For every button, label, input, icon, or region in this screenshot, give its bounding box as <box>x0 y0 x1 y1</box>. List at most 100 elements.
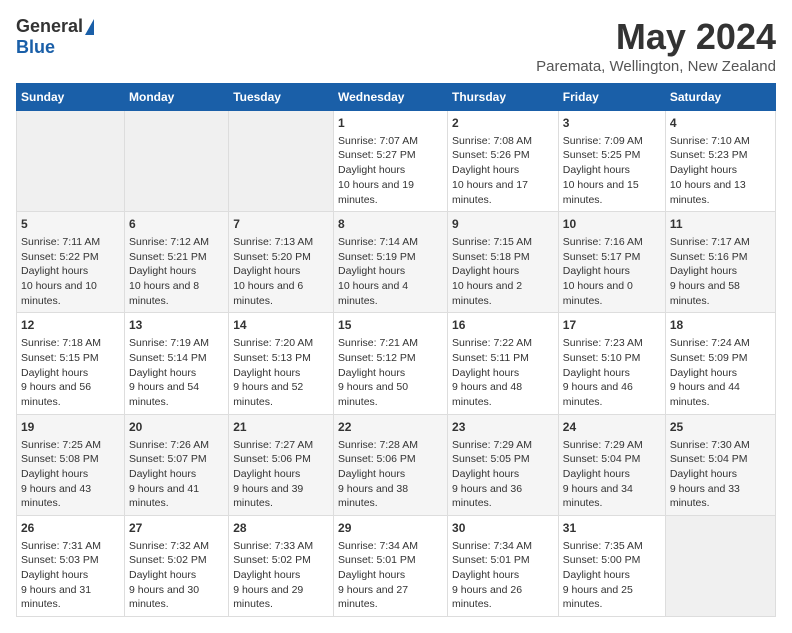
day-number: 26 <box>21 520 120 537</box>
week-row-2: 5Sunrise: 7:11 AMSunset: 5:22 PMDaylight… <box>17 212 776 313</box>
day-info: Sunrise: 7:13 AMSunset: 5:20 PMDaylight … <box>233 235 329 308</box>
day-number: 13 <box>129 317 224 334</box>
col-tuesday: Tuesday <box>229 84 334 111</box>
col-thursday: Thursday <box>448 84 559 111</box>
calendar-cell: 26 Sunrise: 7:31 AMSunset: 5:03 PMDayligh… <box>17 515 125 616</box>
day-info: Sunrise: 7:22 AMSunset: 5:11 PMDaylight … <box>452 336 554 409</box>
day-info: Sunrise: 7:10 AMSunset: 5:23 PMDaylight … <box>670 134 771 207</box>
calendar-cell <box>17 111 125 212</box>
day-info: Sunrise: 7:20 AMSunset: 5:13 PMDaylight … <box>233 336 329 409</box>
day-info: Sunrise: 7:31 AMSunset: 5:03 PMDaylight … <box>21 539 120 612</box>
day-number: 15 <box>338 317 443 334</box>
day-number: 18 <box>670 317 771 334</box>
day-info: Sunrise: 7:29 AMSunset: 5:05 PMDaylight … <box>452 438 554 511</box>
calendar-cell <box>125 111 229 212</box>
week-row-5: 26 Sunrise: 7:31 AMSunset: 5:03 PMDayligh… <box>17 515 776 616</box>
col-sunday: Sunday <box>17 84 125 111</box>
month-title: May 2024 <box>536 16 776 58</box>
day-number: 11 <box>670 216 771 233</box>
day-number: 4 <box>670 115 771 132</box>
day-info: Sunrise: 7:35 AMSunset: 5:00 PMDaylight … <box>563 539 661 612</box>
day-number: 1 <box>338 115 443 132</box>
calendar-cell: 19Sunrise: 7:25 AMSunset: 5:08 PMDayligh… <box>17 414 125 515</box>
day-info: Sunrise: 7:08 AMSunset: 5:26 PMDaylight … <box>452 134 554 207</box>
calendar-cell: 18 Sunrise: 7:24 AMSunset: 5:09 PMDayligh… <box>665 313 775 414</box>
day-number: 28 <box>233 520 329 537</box>
logo-blue-text: Blue <box>16 37 55 58</box>
calendar-cell: 16 Sunrise: 7:22 AMSunset: 5:11 PMDayligh… <box>448 313 559 414</box>
col-monday: Monday <box>125 84 229 111</box>
day-info: Sunrise: 7:14 AMSunset: 5:19 PMDaylight … <box>338 235 443 308</box>
calendar-cell <box>229 111 334 212</box>
calendar-cell: 13 Sunrise: 7:19 AMSunset: 5:14 PMDayligh… <box>125 313 229 414</box>
day-info: Sunrise: 7:28 AMSunset: 5:06 PMDaylight … <box>338 438 443 511</box>
day-number: 21 <box>233 419 329 436</box>
day-number: 19 <box>21 419 120 436</box>
week-row-4: 19Sunrise: 7:25 AMSunset: 5:08 PMDayligh… <box>17 414 776 515</box>
day-info: Sunrise: 7:34 AMSunset: 5:01 PMDaylight … <box>452 539 554 612</box>
calendar-cell: 25 Sunrise: 7:30 AMSunset: 5:04 PMDayligh… <box>665 414 775 515</box>
day-number: 3 <box>563 115 661 132</box>
location: Paremata, Wellington, New Zealand <box>536 58 776 75</box>
day-number: 6 <box>129 216 224 233</box>
calendar-cell: 4 Sunrise: 7:10 AMSunset: 5:23 PMDaylight… <box>665 111 775 212</box>
calendar-cell: 29Sunrise: 7:34 AMSunset: 5:01 PMDayligh… <box>334 515 448 616</box>
day-info: Sunrise: 7:17 AMSunset: 5:16 PMDaylight … <box>670 235 771 308</box>
calendar-cell: 12Sunrise: 7:18 AMSunset: 5:15 PMDayligh… <box>17 313 125 414</box>
day-number: 27 <box>129 520 224 537</box>
day-number: 16 <box>452 317 554 334</box>
day-info: Sunrise: 7:33 AMSunset: 5:02 PMDaylight … <box>233 539 329 612</box>
calendar-cell: 5Sunrise: 7:11 AMSunset: 5:22 PMDaylight… <box>17 212 125 313</box>
day-number: 8 <box>338 216 443 233</box>
logo-general-text: General <box>16 16 83 37</box>
day-number: 10 <box>563 216 661 233</box>
logo-triangle-icon <box>85 19 94 35</box>
day-number: 30 <box>452 520 554 537</box>
calendar-cell: 8 Sunrise: 7:14 AMSunset: 5:19 PMDaylight… <box>334 212 448 313</box>
day-info: Sunrise: 7:24 AMSunset: 5:09 PMDaylight … <box>670 336 771 409</box>
day-info: Sunrise: 7:19 AMSunset: 5:14 PMDaylight … <box>129 336 224 409</box>
day-number: 22 <box>338 419 443 436</box>
day-number: 20 <box>129 419 224 436</box>
day-info: Sunrise: 7:07 AMSunset: 5:27 PMDaylight … <box>338 134 443 207</box>
calendar-cell: 21 Sunrise: 7:27 AMSunset: 5:06 PMDayligh… <box>229 414 334 515</box>
calendar-table: Sunday Monday Tuesday Wednesday Thursday… <box>16 83 776 617</box>
day-number: 24 <box>563 419 661 436</box>
day-info: Sunrise: 7:12 AMSunset: 5:21 PMDaylight … <box>129 235 224 308</box>
day-info: Sunrise: 7:09 AMSunset: 5:25 PMDaylight … <box>563 134 661 207</box>
day-number: 17 <box>563 317 661 334</box>
day-number: 23 <box>452 419 554 436</box>
day-info: Sunrise: 7:23 AMSunset: 5:10 PMDaylight … <box>563 336 661 409</box>
day-info: Sunrise: 7:30 AMSunset: 5:04 PMDaylight … <box>670 438 771 511</box>
calendar-cell: 7Sunrise: 7:13 AMSunset: 5:20 PMDaylight… <box>229 212 334 313</box>
logo: General Blue <box>16 16 94 58</box>
calendar-cell: 30 Sunrise: 7:34 AMSunset: 5:01 PMDayligh… <box>448 515 559 616</box>
calendar-cell: 10Sunrise: 7:16 AMSunset: 5:17 PMDayligh… <box>558 212 665 313</box>
calendar-cell: 20Sunrise: 7:26 AMSunset: 5:07 PMDayligh… <box>125 414 229 515</box>
calendar-cell: 1 Sunrise: 7:07 AMSunset: 5:27 PMDaylight… <box>334 111 448 212</box>
calendar-cell: 6 Sunrise: 7:12 AMSunset: 5:21 PMDaylight… <box>125 212 229 313</box>
week-row-3: 12Sunrise: 7:18 AMSunset: 5:15 PMDayligh… <box>17 313 776 414</box>
day-info: Sunrise: 7:29 AMSunset: 5:04 PMDaylight … <box>563 438 661 511</box>
col-wednesday: Wednesday <box>334 84 448 111</box>
day-number: 29 <box>338 520 443 537</box>
day-info: Sunrise: 7:27 AMSunset: 5:06 PMDaylight … <box>233 438 329 511</box>
calendar-cell: 11 Sunrise: 7:17 AMSunset: 5:16 PMDayligh… <box>665 212 775 313</box>
week-row-1: 1 Sunrise: 7:07 AMSunset: 5:27 PMDaylight… <box>17 111 776 212</box>
calendar-cell: 23 Sunrise: 7:29 AMSunset: 5:05 PMDayligh… <box>448 414 559 515</box>
day-info: Sunrise: 7:11 AMSunset: 5:22 PMDaylight … <box>21 235 120 308</box>
calendar-cell: 27Sunrise: 7:32 AMSunset: 5:02 PMDayligh… <box>125 515 229 616</box>
day-number: 25 <box>670 419 771 436</box>
calendar-cell: 24 Sunrise: 7:29 AMSunset: 5:04 PMDayligh… <box>558 414 665 515</box>
page-header: General Blue May 2024 Paremata, Wellingt… <box>16 16 776 75</box>
calendar-cell: 9Sunrise: 7:15 AMSunset: 5:18 PMDaylight… <box>448 212 559 313</box>
calendar-cell: 28 Sunrise: 7:33 AMSunset: 5:02 PMDayligh… <box>229 515 334 616</box>
day-number: 9 <box>452 216 554 233</box>
calendar-cell: 15Sunrise: 7:21 AMSunset: 5:12 PMDayligh… <box>334 313 448 414</box>
day-number: 31 <box>563 520 661 537</box>
calendar-cell: 31 Sunrise: 7:35 AMSunset: 5:00 PMDayligh… <box>558 515 665 616</box>
col-saturday: Saturday <box>665 84 775 111</box>
day-number: 2 <box>452 115 554 132</box>
day-number: 12 <box>21 317 120 334</box>
day-number: 14 <box>233 317 329 334</box>
